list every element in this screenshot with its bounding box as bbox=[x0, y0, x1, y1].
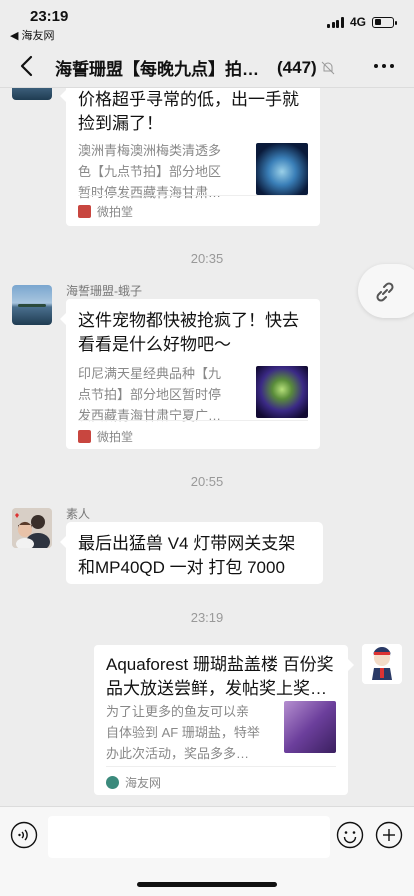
text-message[interactable]: 最后出猛兽 V4 灯带网关支架和MP40QD 一对 打包 7000 bbox=[60, 522, 323, 584]
chat-header: 海誓珊盟【每晚九点】拍卖群 (447) bbox=[0, 44, 414, 88]
member-count: (447) bbox=[277, 57, 317, 77]
avatar[interactable] bbox=[362, 644, 402, 684]
card-source: 海友网 bbox=[106, 766, 336, 797]
card-source: 微拍堂 bbox=[78, 420, 308, 451]
emoji-icon[interactable] bbox=[336, 821, 364, 849]
timestamp: 20:55 bbox=[190, 474, 224, 489]
chat-title[interactable]: 海誓珊盟【每晚九点】拍卖群 (447) bbox=[55, 55, 354, 80]
avatar[interactable] bbox=[12, 285, 52, 325]
weipaitang-icon bbox=[78, 429, 91, 443]
haiyouwang-icon bbox=[106, 775, 119, 789]
more-dots-icon[interactable] bbox=[374, 64, 394, 68]
timestamp: 20:35 bbox=[190, 251, 224, 266]
chevron-left-icon[interactable] bbox=[14, 52, 42, 80]
card-description: 印尼满天星经典品种【九 点节拍】部分地区暂时停 发西藏青海甘肃宁夏广… bbox=[78, 366, 222, 423]
card-thumbnail bbox=[256, 366, 308, 418]
status-time: 23:19 bbox=[30, 8, 69, 25]
status-bar: 23:19 ◀ 海友网 4G bbox=[0, 0, 414, 44]
avatar[interactable] bbox=[12, 88, 52, 100]
card-thumbnail bbox=[284, 701, 336, 753]
card-title: 这件宠物都快被抢疯了！快去看看是什么好物吧～ bbox=[78, 311, 299, 354]
share-card[interactable]: 价格超乎寻常的低，出一手就捡到漏了！ 澳洲青梅澳洲梅类清透多 色【九点节拍】部分地… bbox=[60, 88, 320, 226]
link-icon bbox=[376, 282, 394, 302]
timestamp: 23:19 bbox=[190, 610, 224, 625]
battery-icon bbox=[372, 16, 397, 28]
card-description: 澳洲青梅澳洲梅类清透多 色【九点节拍】部分地区 暂时停发西藏青海甘肃… bbox=[78, 143, 222, 200]
back-to-app-link[interactable]: ◀ 海友网 bbox=[10, 27, 55, 43]
group-name: 海誓珊盟【每晚九点】拍卖群 bbox=[55, 60, 273, 79]
status-indicators: 4G bbox=[327, 15, 397, 29]
card-thumbnail bbox=[256, 143, 308, 195]
voice-icon[interactable] bbox=[10, 821, 38, 849]
sender-name: 海誓珊盟-蛾子 bbox=[66, 284, 142, 298]
share-card[interactable]: Aquaforest 珊瑚盐盖楼 百份奖品大放送尝鲜，发帖奖上奖… 为了让更多的… bbox=[94, 645, 354, 797]
message-input[interactable] bbox=[48, 816, 330, 858]
share-card[interactable]: 这件宠物都快被抢疯了！快去看看是什么好物吧～ 印尼满天星经典品种【九 点节拍】部分… bbox=[60, 299, 320, 451]
avatar[interactable] bbox=[12, 508, 52, 548]
plus-icon[interactable] bbox=[375, 821, 403, 849]
network-type: 4G bbox=[349, 15, 366, 29]
card-title: 价格超乎寻常的低，出一手就捡到漏了！ bbox=[78, 90, 299, 133]
message-list[interactable]: 价格超乎寻常的低，出一手就捡到漏了！ 澳洲青梅澳洲梅类清透多 色【九点节拍】部分地… bbox=[0, 88, 414, 806]
floating-link-button[interactable] bbox=[358, 264, 414, 318]
home-indicator[interactable] bbox=[137, 882, 277, 887]
card-description: 为了让更多的鱼友可以亲 自体验到 AF 珊瑚盐，特举 办此次活动，奖品多多… bbox=[106, 704, 260, 761]
signal-icon bbox=[327, 16, 344, 28]
card-title: Aquaforest 珊瑚盐盖楼 百份奖品大放送尝鲜，发帖奖上奖… bbox=[106, 655, 334, 698]
weipaitang-icon bbox=[78, 204, 91, 218]
card-source: 微拍堂 bbox=[78, 195, 308, 226]
bell-off-icon bbox=[321, 61, 335, 74]
sender-name: 素人 bbox=[66, 507, 91, 521]
